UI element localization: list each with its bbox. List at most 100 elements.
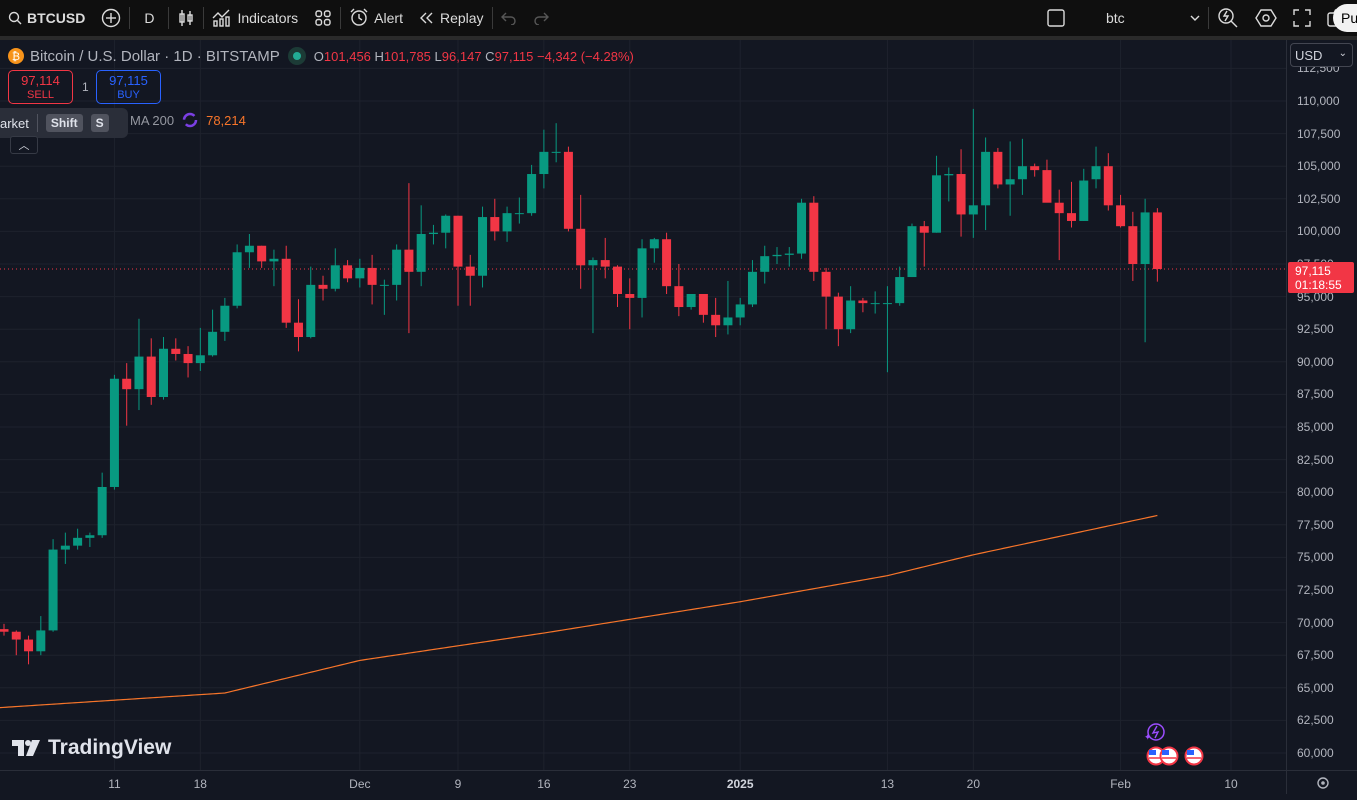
candle-body (85, 535, 95, 538)
interval-button[interactable]: D (130, 0, 168, 36)
price-axis[interactable]: 60,000 62,500 65,000 67,500 70,000 72,500 75,0… (1286, 40, 1357, 770)
candle (944, 167, 954, 202)
candle (24, 635, 34, 665)
candle-body (625, 293, 635, 298)
quick-search-button[interactable] (1209, 0, 1247, 36)
quantity[interactable]: 1 (82, 80, 89, 94)
candle-body (686, 293, 696, 308)
candle-body (527, 174, 537, 214)
candle-body (735, 304, 745, 318)
candle (478, 206, 488, 288)
candle (453, 215, 463, 306)
templates-button[interactable] (306, 0, 340, 36)
divider (36, 114, 38, 132)
candle (698, 293, 708, 323)
candle-body (97, 486, 107, 536)
candle (674, 264, 684, 317)
symbol-search-button[interactable]: BTCUSD (0, 0, 93, 36)
candle-body (576, 228, 586, 266)
candles (0, 108, 1162, 665)
candle-body (24, 639, 34, 652)
price-tick-label: 102,500 (1297, 191, 1341, 206)
collapse-legend-button[interactable]: ︿ (10, 136, 38, 154)
price-tick-label: 82,500 (1297, 452, 1334, 467)
compare-button[interactable] (93, 0, 129, 36)
candle (932, 155, 942, 233)
candle (1017, 138, 1027, 195)
sell-button[interactable]: 97,114 SELL (8, 70, 73, 104)
candle-body (73, 537, 83, 546)
candle-body (441, 215, 451, 233)
candle (686, 293, 696, 310)
indicators-button[interactable]: Indicators (204, 0, 306, 36)
sell-label: SELL (27, 89, 54, 101)
change-value: −4,342 (−4.28%) (536, 48, 634, 64)
low-label: L (434, 48, 442, 64)
top-toolbar: BTCUSD D Indicators Alert Replay btc (0, 0, 1357, 36)
price-chart[interactable] (0, 40, 1286, 770)
time-tick-label: 2025 (726, 777, 754, 791)
fullscreen-button[interactable] (1285, 0, 1319, 36)
currency-dropdown[interactable]: USD ⌄ (1290, 43, 1353, 67)
candle (343, 260, 353, 283)
chevron-down-icon: ⌄ (1338, 48, 1347, 59)
price-tick-label: 105,000 (1297, 159, 1341, 174)
price-tick-label: 92,500 (1297, 322, 1334, 337)
candle-body (968, 205, 978, 215)
last-price: 97,115 (1295, 264, 1331, 278)
alarm-clock-icon (350, 8, 368, 26)
candle (821, 267, 831, 330)
alert-button[interactable]: Alert (341, 0, 411, 36)
chart-type-button[interactable] (169, 0, 203, 36)
publish-button[interactable]: Pu (1333, 4, 1357, 32)
chevron-down-icon (1190, 15, 1200, 21)
shift-key: Shift (45, 114, 83, 132)
candle (809, 196, 819, 281)
redo-button[interactable] (525, 0, 557, 36)
symbol-title[interactable]: Bitcoin / U.S. Dollar · 1D · BITSTAMP (30, 48, 280, 65)
candle (919, 220, 929, 267)
tradingview-logo[interactable]: TradingView (12, 736, 171, 760)
layout-button[interactable] (1046, 0, 1088, 36)
candle-body (48, 549, 58, 631)
candle (993, 147, 1003, 189)
settings-button[interactable] (1247, 0, 1285, 36)
candle (36, 616, 46, 656)
events-markers[interactable]: ✦ (1142, 720, 1212, 768)
replay-button[interactable]: Replay (411, 0, 492, 36)
candle (1054, 189, 1064, 261)
buy-button[interactable]: 97,115 BUY (96, 70, 161, 104)
price-tick-label: 62,500 (1297, 713, 1334, 728)
candle-body (269, 258, 279, 262)
candle-body (833, 296, 843, 330)
svg-text:₿: ₿ (12, 50, 20, 63)
candle-body (1140, 212, 1150, 264)
time-tick-label: 20 (966, 777, 981, 791)
ma-legend[interactable]: MA 200 78,214 (130, 112, 246, 128)
candle (257, 245, 267, 268)
ma200-line (0, 514, 1158, 709)
price-tick-label: 77,500 (1297, 517, 1334, 532)
candle-body (760, 256, 770, 272)
candle-body (306, 284, 316, 338)
tooltip-text: arket (0, 115, 29, 131)
open-label: O (313, 48, 324, 64)
candle-body (404, 249, 414, 272)
layout-name-dropdown[interactable]: btc (1088, 0, 1208, 36)
time-axis[interactable]: 11 18 Dec 9 16 23 2025 13 20 Feb 10 (0, 770, 1286, 794)
tradingview-logo-icon (12, 740, 40, 756)
candle-body (993, 151, 1003, 185)
candle-body (588, 260, 598, 266)
candle-body (208, 331, 218, 356)
candle-body (416, 234, 426, 272)
candle (244, 234, 254, 268)
candle (539, 129, 549, 189)
undo-button[interactable] (493, 0, 525, 36)
candle (146, 338, 156, 405)
candle (269, 249, 279, 287)
candle-body (36, 630, 46, 652)
axis-settings-button[interactable] (1286, 770, 1357, 794)
candle-body (858, 300, 868, 304)
candle-body (662, 239, 672, 287)
candle-body (772, 254, 782, 257)
